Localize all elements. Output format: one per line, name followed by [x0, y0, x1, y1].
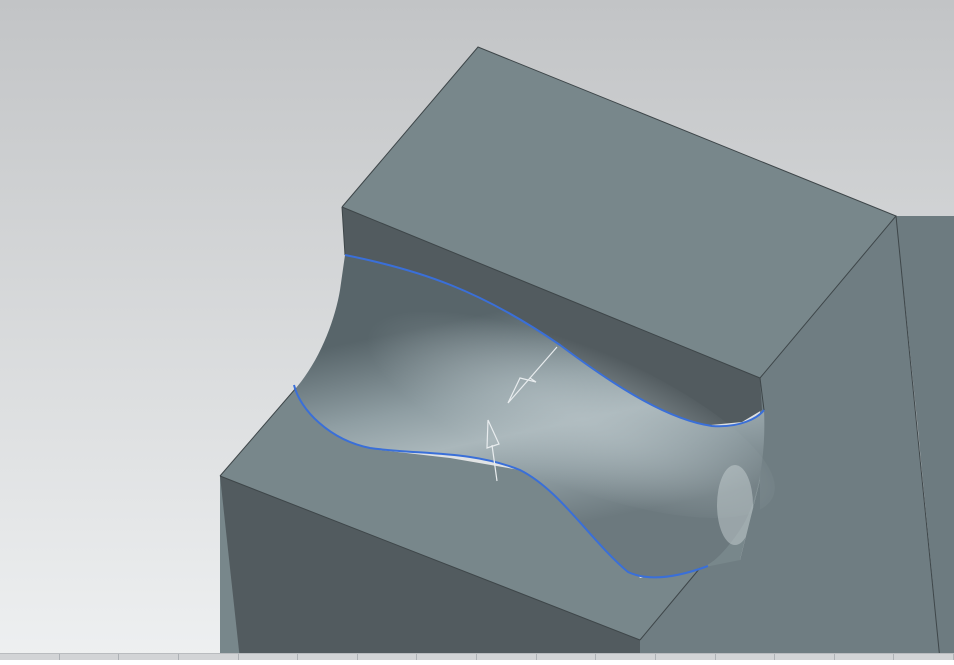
status-bar-cell	[179, 654, 239, 660]
status-bar-cell	[298, 654, 358, 660]
model-canvas[interactable]	[0, 0, 954, 661]
status-bar-cell	[358, 654, 418, 660]
status-bar-strip	[0, 653, 954, 660]
status-bar-cell	[596, 654, 656, 660]
status-bar-cell	[60, 654, 120, 660]
status-bar-cell	[537, 654, 597, 660]
status-bar-cell	[0, 654, 60, 660]
status-bar-cell	[656, 654, 716, 660]
status-bar-cell	[417, 654, 477, 660]
status-bar-cell	[775, 654, 835, 660]
status-bar-cell	[894, 654, 954, 660]
status-bar-cell	[835, 654, 895, 660]
status-bar-cell	[119, 654, 179, 660]
status-bar-cell	[477, 654, 537, 660]
status-bar-cell	[239, 654, 299, 660]
status-bar-cell	[716, 654, 776, 660]
3d-model-viewport[interactable]	[0, 0, 954, 661]
